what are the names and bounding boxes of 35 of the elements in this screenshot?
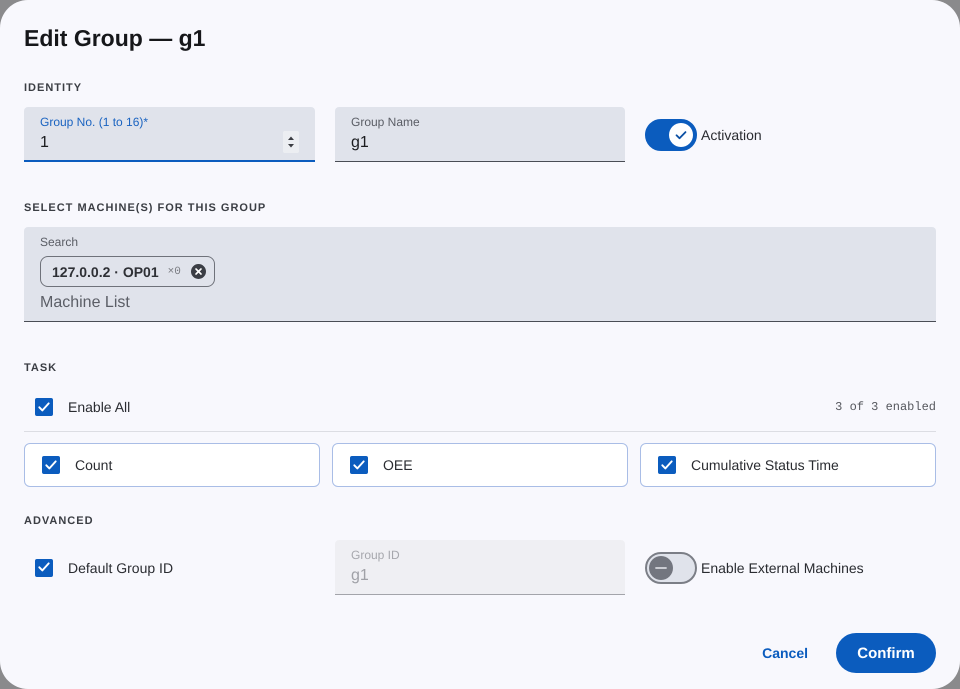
search-input[interactable]: Machine List xyxy=(40,293,920,313)
checkbox[interactable] xyxy=(42,456,60,474)
checkbox-label: Enable All xyxy=(68,398,130,416)
section-heading: TASK xyxy=(24,361,58,375)
toggle-switch[interactable] xyxy=(645,118,697,150)
checkbox[interactable] xyxy=(658,456,676,474)
enabled-count: 3 of 3 enabled xyxy=(835,400,936,414)
dialog-title: Edit Group — g1 xyxy=(24,24,206,52)
checkbox-label: Default Group ID xyxy=(68,558,174,576)
search-field[interactable]: Search 127.0.0.2 · OP01 ×0 Machine List xyxy=(24,227,936,322)
remove-icon[interactable] xyxy=(190,264,206,279)
confirm-button[interactable]: Confirm xyxy=(836,633,936,673)
check-icon xyxy=(669,122,693,146)
minus-icon xyxy=(649,556,673,580)
checkbox-label: Count xyxy=(75,456,112,474)
section-heading: IDENTITY xyxy=(24,81,82,95)
task-card[interactable]: Count xyxy=(24,443,320,487)
toggle-label: Activation xyxy=(701,126,762,144)
checkbox[interactable] xyxy=(35,398,53,416)
checkbox-label: OEE xyxy=(383,456,413,474)
task-card[interactable]: OEE xyxy=(332,443,628,487)
checkbox[interactable] xyxy=(350,456,368,474)
number-field[interactable]: Group No. (1 to 16)* 1 xyxy=(24,107,315,162)
stepper-icon[interactable] xyxy=(283,131,299,153)
text-field[interactable]: Group Name g1 xyxy=(335,107,625,162)
toggle-switch[interactable] xyxy=(645,552,697,584)
checkbox-label: Cumulative Status Time xyxy=(691,456,839,474)
cancel-button[interactable]: Cancel xyxy=(754,635,816,671)
text-field: Group ID g1 xyxy=(335,540,625,595)
section-heading: ADVANCED xyxy=(24,514,94,528)
section-heading: SELECT MACHINE(S) FOR THIS GROUP xyxy=(24,201,266,215)
checkbox[interactable] xyxy=(35,558,53,576)
machine-chip[interactable]: 127.0.0.2 · OP01 ×0 xyxy=(40,256,215,287)
toggle-label: Enable External Machines xyxy=(701,558,864,576)
task-card[interactable]: Cumulative Status Time xyxy=(640,443,936,487)
